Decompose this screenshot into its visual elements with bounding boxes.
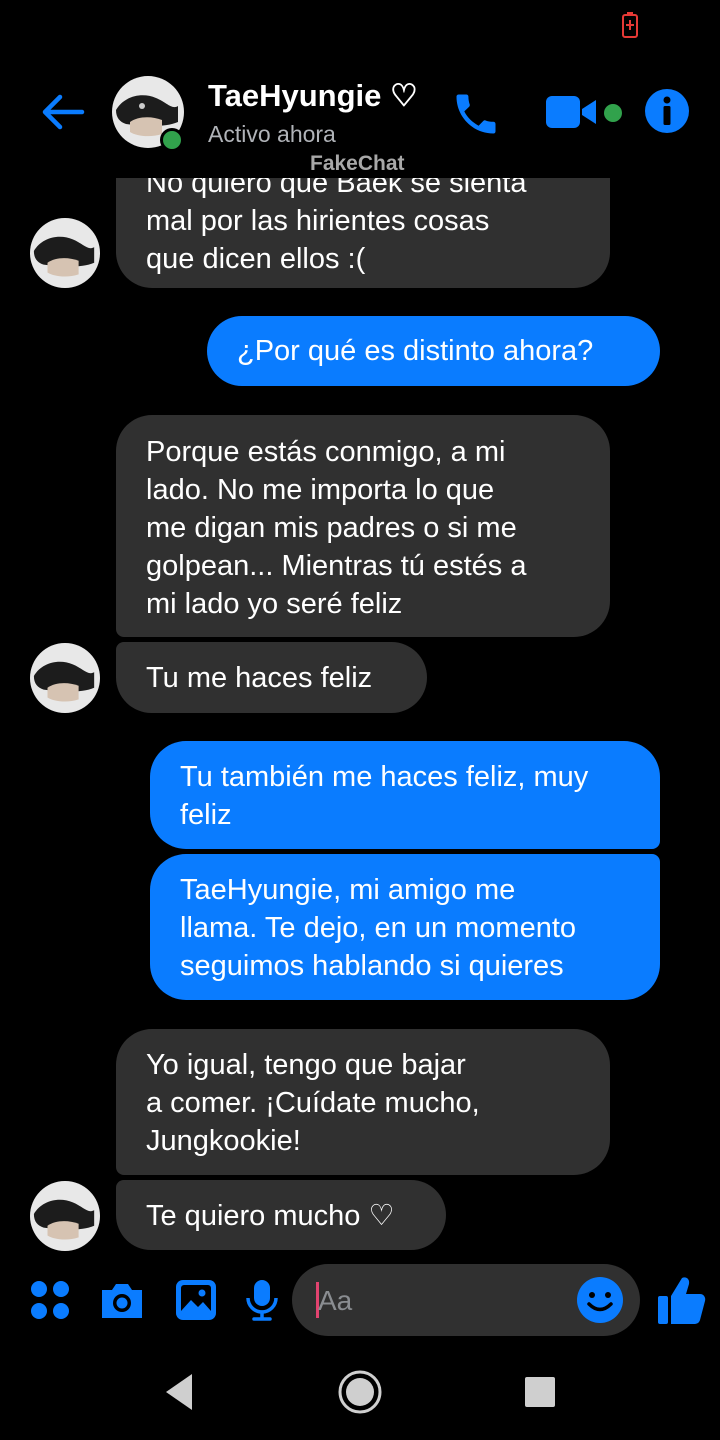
nav-home-icon[interactable] xyxy=(336,1366,384,1418)
message-line: Jungkookie! xyxy=(146,1125,301,1157)
image-icon[interactable] xyxy=(174,1278,218,1322)
phone-icon[interactable] xyxy=(450,88,502,140)
message-line: feliz xyxy=(180,799,232,831)
message-line: Yo igual, tengo que bajar xyxy=(146,1049,466,1081)
message-line: TaeHyungie, mi amigo me xyxy=(180,874,516,906)
microphone-icon[interactable] xyxy=(242,1278,282,1322)
contact-name[interactable]: TaeHyungie ♡ xyxy=(208,78,418,114)
message-line: que dicen ellos :( xyxy=(146,243,366,275)
sender-avatar[interactable] xyxy=(30,1181,100,1251)
message-bubble-incoming[interactable]: Porque estás conmigo, a mi lado. No me i… xyxy=(116,415,610,637)
message-line: ¿Por qué es distinto ahora? xyxy=(237,335,594,367)
message-line: Porque estás conmigo, a mi xyxy=(146,436,506,468)
video-active-dot xyxy=(604,104,622,122)
online-status-dot xyxy=(160,128,184,152)
message-line: me digan mis padres o si me xyxy=(146,512,517,544)
thumbs-up-icon[interactable] xyxy=(656,1274,706,1326)
message-bubble-incoming[interactable]: Te quiero mucho ♡ xyxy=(116,1180,446,1250)
camera-icon[interactable] xyxy=(98,1278,146,1322)
message-bubble-incoming[interactable]: Tu me haces feliz xyxy=(116,642,427,713)
apps-grid-icon[interactable] xyxy=(28,1278,72,1322)
message-bubble-outgoing[interactable]: TaeHyungie, mi amigo me llama. Te dejo, … xyxy=(150,854,660,1000)
sender-avatar[interactable] xyxy=(30,218,100,288)
message-bubble-incoming[interactable]: Yo igual, tengo que bajar a comer. ¡Cuíd… xyxy=(116,1029,610,1175)
message-line: lado. No me importa lo que xyxy=(146,474,495,506)
message-line: llama. Te dejo, en un momento xyxy=(180,912,577,944)
emoji-icon[interactable] xyxy=(576,1276,624,1324)
message-bubble-incoming[interactable]: No quiero que Baek se sienta mal por las… xyxy=(116,178,610,288)
video-camera-icon[interactable] xyxy=(544,92,600,132)
message-list[interactable]: No quiero que Baek se sienta mal por las… xyxy=(0,178,720,1260)
message-bubble-outgoing[interactable]: Tu también me haces feliz, muy feliz xyxy=(150,741,660,849)
contact-status: Activo ahora xyxy=(208,121,336,147)
message-line: Tu me haces feliz xyxy=(146,662,373,694)
message-input[interactable] xyxy=(318,1284,558,1318)
info-icon[interactable] xyxy=(644,88,690,134)
sender-avatar[interactable] xyxy=(30,643,100,713)
message-line: golpean... Mientras tú estés a xyxy=(146,550,527,582)
message-line: Te quiero mucho ♡ xyxy=(146,1200,395,1232)
nav-back-icon[interactable] xyxy=(160,1366,196,1418)
nav-recents-icon[interactable] xyxy=(522,1366,558,1418)
message-line: mal por las hirientes cosas xyxy=(146,205,490,237)
message-line: mi lado yo seré feliz xyxy=(146,588,403,620)
message-bubble-outgoing[interactable]: ¿Por qué es distinto ahora? xyxy=(207,316,660,386)
watermark: FakeChat xyxy=(310,152,405,175)
message-line: seguimos hablando si quieres xyxy=(180,950,564,982)
message-line: No quiero que Baek se sienta xyxy=(146,178,527,199)
message-line: Tu también me haces feliz, muy xyxy=(180,761,589,793)
back-arrow-icon[interactable] xyxy=(38,88,86,136)
battery-icon xyxy=(622,12,638,38)
message-line: a comer. ¡Cuídate mucho, xyxy=(146,1087,480,1119)
